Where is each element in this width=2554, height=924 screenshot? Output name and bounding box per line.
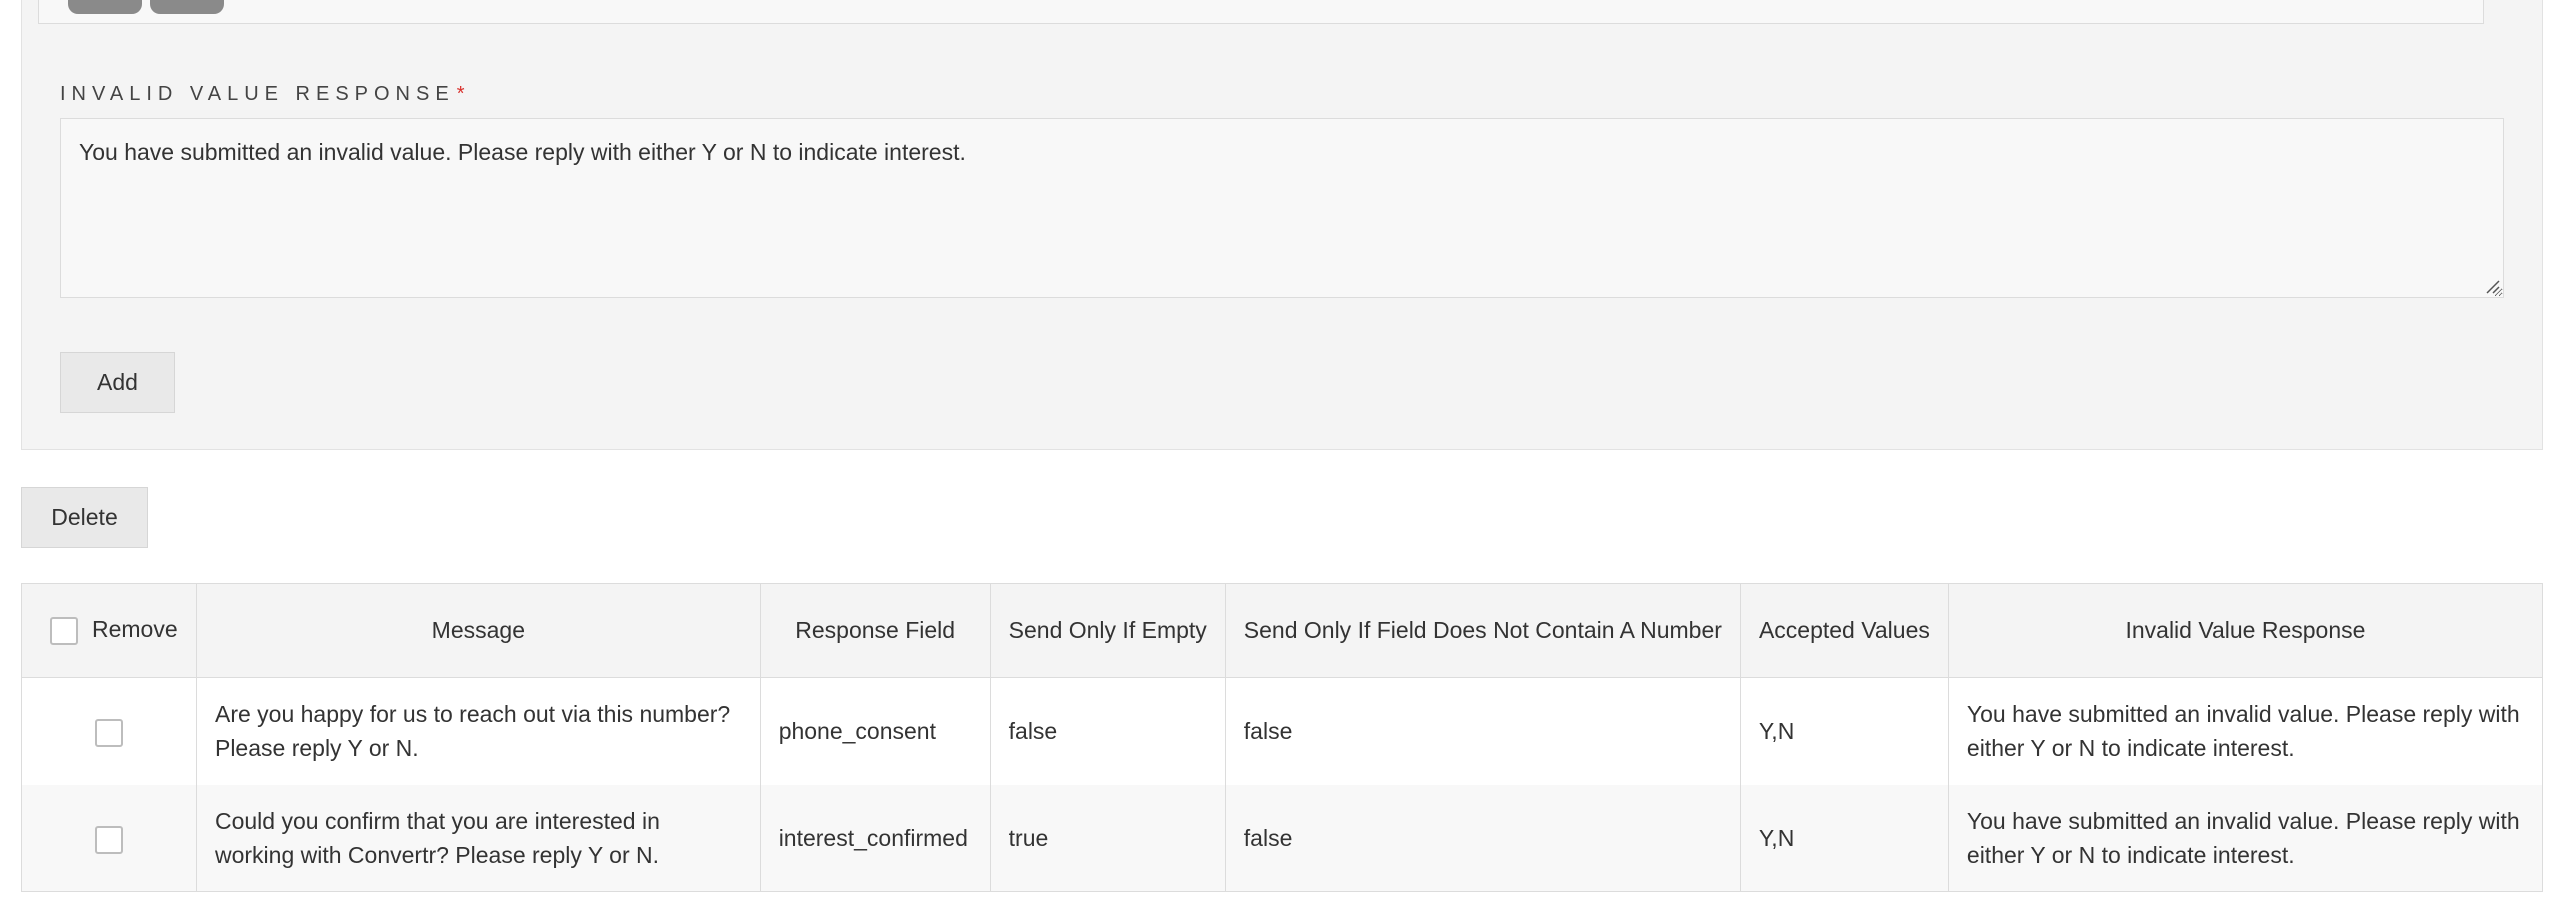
header-invalid-value-response: Invalid Value Response — [1947, 583, 2544, 678]
delete-button[interactable]: Delete — [21, 487, 148, 548]
cell-send-only-if-no-number: false — [1224, 677, 1741, 785]
cell-response-field: interest_confirmed — [759, 784, 991, 892]
cell-send-only-if-empty: true — [989, 784, 1226, 892]
cell-accepted-values: Y,N — [1739, 784, 1949, 892]
cell-message: Are you happy for us to reach out via th… — [195, 677, 761, 785]
tag-chip[interactable] — [68, 0, 142, 14]
table-row: Could you confirm that you are intereste… — [21, 784, 2544, 892]
row-checkbox[interactable] — [94, 825, 123, 854]
header-remove: Remove — [21, 583, 197, 678]
cell-invalid-value-response: You have submitted an invalid value. Ple… — [1947, 677, 2544, 785]
cell-invalid-value-response: You have submitted an invalid value. Ple… — [1947, 784, 2544, 892]
cell-send-only-if-no-number: false — [1224, 784, 1741, 892]
messages-table: Remove Message Response Field Send Only … — [21, 583, 2544, 892]
previous-field-box — [38, 0, 2484, 24]
tag-chip[interactable] — [150, 0, 224, 14]
row-select-cell — [21, 677, 197, 785]
invalid-value-response-textarea[interactable]: You have submitted an invalid value. Ple… — [60, 118, 2504, 298]
header-send-only-if-no-number: Send Only If Field Does Not Contain A Nu… — [1224, 583, 1741, 678]
header-send-only-if-empty: Send Only If Empty — [989, 583, 1226, 678]
header-message: Message — [195, 583, 761, 678]
resize-handle-icon[interactable] — [2484, 278, 2500, 294]
invalid-value-response-label: INVALID VALUE RESPONSE * — [60, 83, 464, 106]
cell-accepted-values: Y,N — [1739, 677, 1949, 785]
header-remove-label: Remove — [92, 616, 178, 643]
cell-send-only-if-empty: false — [989, 677, 1226, 785]
table-row: Are you happy for us to reach out via th… — [21, 677, 2544, 785]
required-marker: * — [456, 83, 465, 105]
row-checkbox[interactable] — [94, 719, 123, 748]
row-select-cell — [21, 784, 197, 892]
cell-response-field: phone_consent — [759, 677, 991, 785]
cell-message: Could you confirm that you are intereste… — [195, 784, 761, 892]
header-accepted-values: Accepted Values — [1739, 583, 1949, 678]
table-header-row: Remove Message Response Field Send Only … — [21, 583, 2544, 678]
add-button[interactable]: Add — [60, 352, 175, 413]
invalid-value-response-label-text: INVALID VALUE RESPONSE — [60, 83, 455, 105]
select-all-checkbox[interactable] — [50, 616, 78, 645]
header-response-field: Response Field — [759, 583, 991, 678]
